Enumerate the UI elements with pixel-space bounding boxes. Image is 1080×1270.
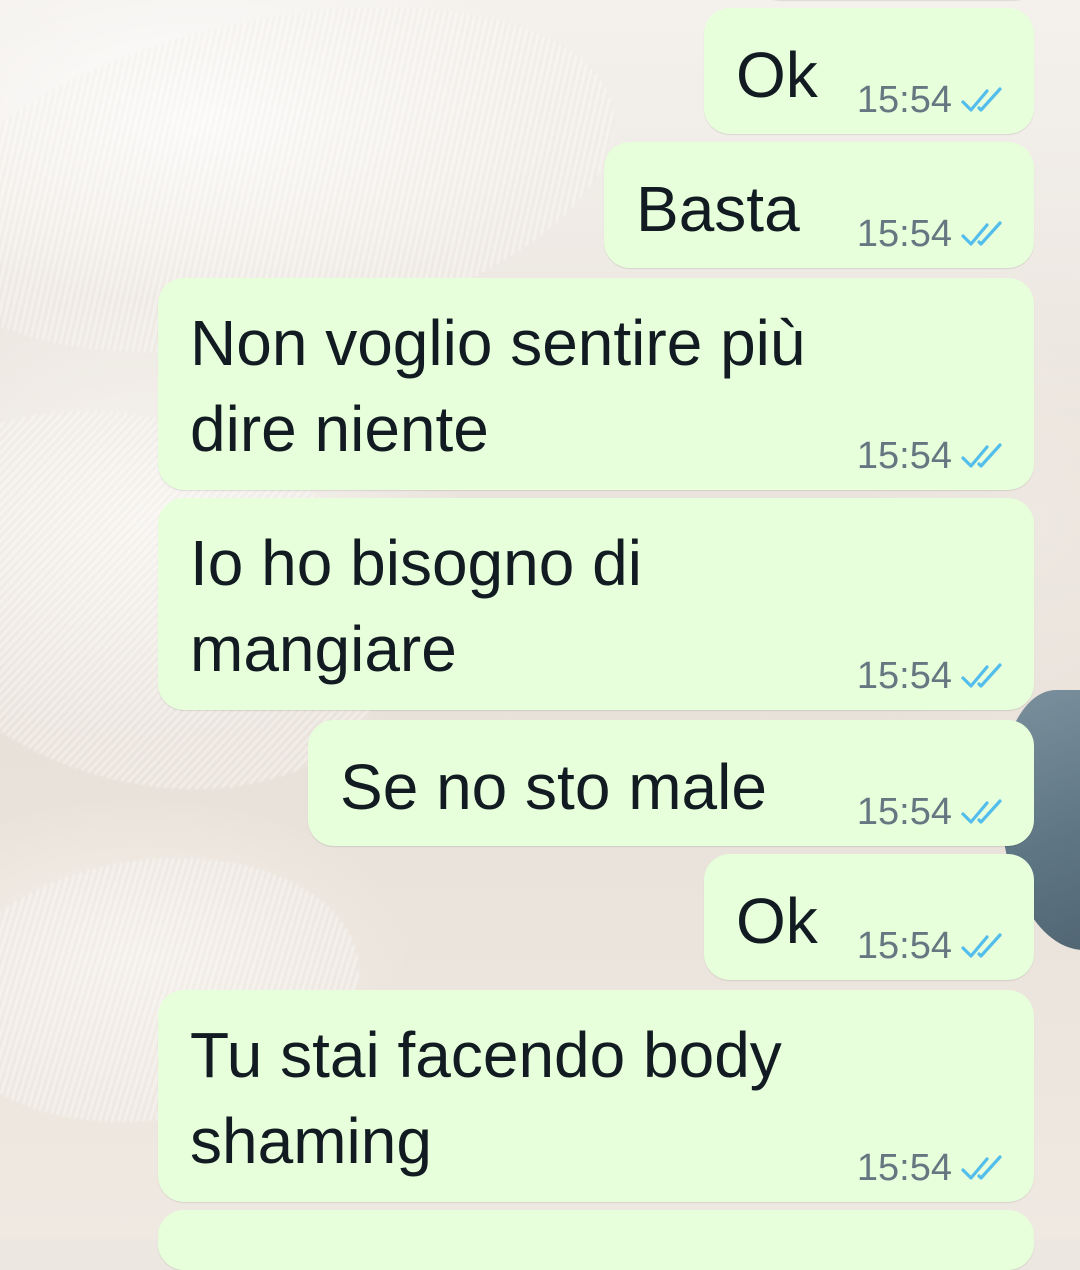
message-timestamp: 15:54 xyxy=(856,655,952,697)
outgoing-message[interactable]: Io ho bisogno di mangiare 15:54 xyxy=(158,498,1034,710)
outgoing-message[interactable]: Ok 15:54 xyxy=(704,854,1034,980)
message-timestamp: 15:54 xyxy=(856,79,952,121)
double-check-read-icon xyxy=(961,1154,1002,1180)
message-meta: 15:54 xyxy=(857,925,1006,968)
message-timestamp: 15:54 xyxy=(856,435,952,477)
partial-message-bottom[interactable] xyxy=(158,1210,1034,1270)
message-text: Io ho bisogno di mangiare xyxy=(190,527,642,685)
message-timestamp: 15:54 xyxy=(856,925,952,967)
double-check-read-icon xyxy=(961,932,1002,958)
message-text: Se no sto male xyxy=(340,751,767,823)
message-timestamp: 15:54 xyxy=(856,1147,952,1189)
outgoing-message[interactable]: Basta 15:54 xyxy=(604,142,1034,268)
outgoing-message[interactable]: Non voglio sentire più dire niente 15:54 xyxy=(158,278,1034,490)
outgoing-message[interactable]: Tu stai facendo body shaming 15:54 xyxy=(158,990,1034,1202)
double-check-read-icon xyxy=(961,220,1002,246)
message-text: Basta xyxy=(636,173,800,245)
message-meta: 15:54 xyxy=(857,655,1006,698)
message-meta: 15:54 xyxy=(857,791,1006,834)
message-list[interactable]: Ok 15:54 Basta 15:54 Non voglio sentire … xyxy=(0,0,1080,1270)
outgoing-message[interactable]: Se no sto male 15:54 xyxy=(308,720,1034,846)
double-check-read-icon xyxy=(961,798,1002,824)
message-meta: 15:54 xyxy=(857,435,1006,478)
message-timestamp: 15:54 xyxy=(856,213,952,255)
message-text: Ok xyxy=(736,39,818,111)
message-meta: 15:54 xyxy=(857,79,1006,122)
double-check-read-icon xyxy=(961,442,1002,468)
message-text: Tu stai facendo body shaming xyxy=(190,1019,782,1177)
outgoing-message[interactable]: Ok 15:54 xyxy=(704,8,1034,134)
message-text: Non voglio sentire più dire niente xyxy=(190,307,806,465)
message-timestamp: 15:54 xyxy=(856,791,952,833)
message-text: Ok xyxy=(736,885,818,957)
double-check-read-icon xyxy=(961,662,1002,688)
double-check-read-icon xyxy=(961,86,1002,112)
message-meta: 15:54 xyxy=(857,1147,1006,1190)
message-meta: 15:54 xyxy=(857,213,1006,256)
